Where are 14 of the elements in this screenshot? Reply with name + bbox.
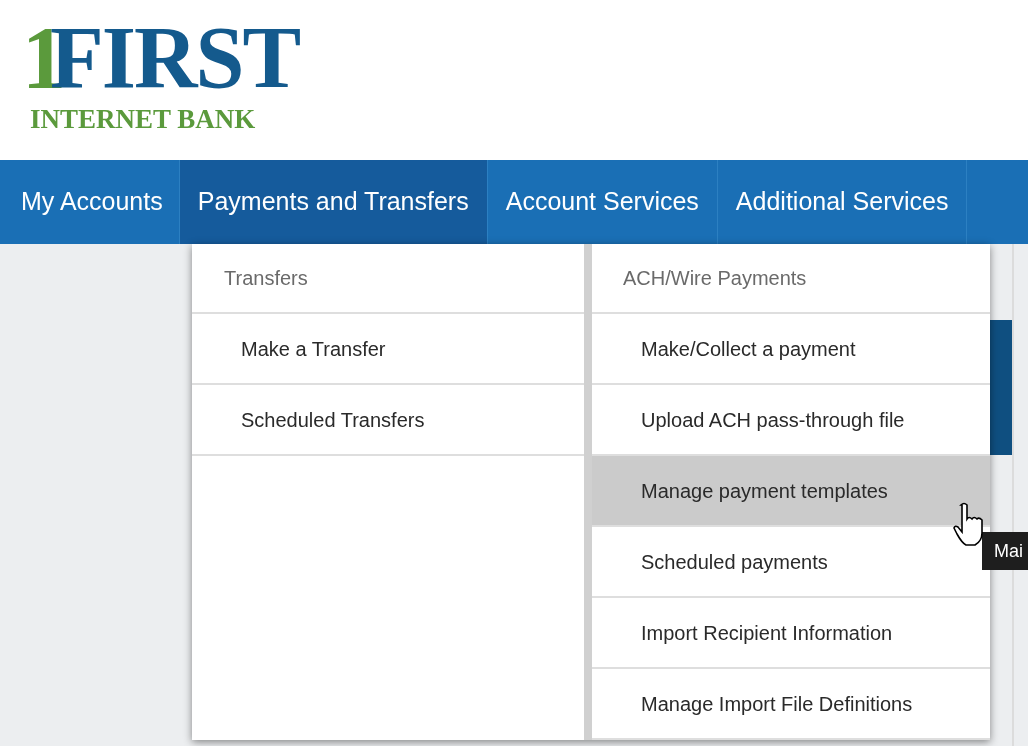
tooltip: Mai bbox=[982, 532, 1028, 570]
menu-item[interactable]: Scheduled Transfers bbox=[192, 385, 584, 456]
menu-item[interactable]: Manage Import File Definitions bbox=[592, 669, 990, 740]
menu-item[interactable]: Import Recipient Information bbox=[592, 598, 990, 669]
menu-item[interactable]: Manage payment templates bbox=[592, 456, 990, 527]
menu-item[interactable]: Upload ACH pass-through file bbox=[592, 385, 990, 456]
bank-logo-tagline: INTERNET BANK bbox=[30, 106, 257, 133]
menu-item[interactable]: Make/Collect a payment bbox=[592, 314, 990, 385]
menu-item[interactable]: Make a Transfer bbox=[192, 314, 584, 385]
menu-item[interactable]: Scheduled payments bbox=[592, 527, 990, 598]
nav-tab[interactable]: Payments and Transfers bbox=[179, 160, 488, 244]
bank-logo-wordmark: 1FIRST bbox=[22, 14, 300, 102]
nav-tab[interactable]: My Accounts bbox=[8, 160, 180, 244]
hand-cursor-icon bbox=[952, 502, 986, 546]
